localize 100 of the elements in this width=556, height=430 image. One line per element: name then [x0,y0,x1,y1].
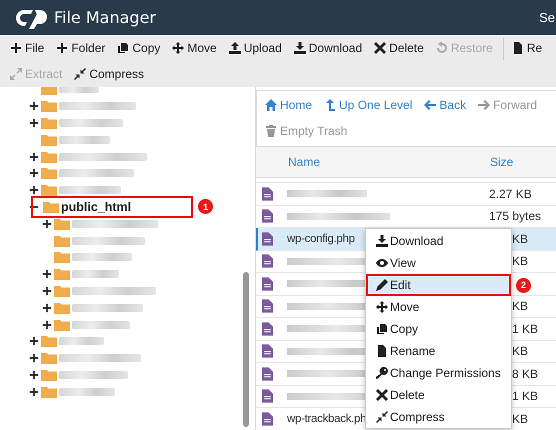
toolbar-button[interactable]: Download [292,35,368,61]
expand-icon[interactable] [29,101,39,112]
file-name: wp-config.php [287,232,355,245]
up-arrow-icon [324,99,336,111]
menu-item[interactable]: Move [366,296,511,318]
right-arrow-icon [478,99,490,111]
download-icon [294,42,306,54]
column-header[interactable]: Name [288,155,490,169]
restore-icon [436,42,448,54]
toolbar-button[interactable]: Copy [115,35,166,61]
expand-icon[interactable] [29,168,39,178]
expand-icon[interactable] [42,320,52,330]
folder-icon [41,167,57,180]
toolbar-button[interactable]: Delete [372,35,430,61]
folder-icon [41,335,57,348]
toolbar-button[interactable]: Move [170,35,223,61]
folder-icon [43,200,59,213]
folder-icon [41,368,57,381]
menu-item[interactable]: Delete [366,384,511,406]
document-icon [262,322,273,336]
close-icon [376,389,388,401]
download-icon [376,235,388,247]
app-title: File Manager [54,8,157,27]
file-size: KB [512,254,530,268]
folder-icon [54,318,70,331]
expand-icon[interactable] [29,386,39,397]
file-size: 2.27 KB [489,186,533,201]
expand-icon[interactable] [42,286,52,296]
folder-icon [54,284,70,297]
upload-icon [228,42,241,54]
folder-icon [41,134,57,146]
toolbar-button[interactable]: Folder [54,35,112,61]
menu-item[interactable]: Download [366,230,511,252]
folder-icon [41,100,57,112]
menu-item[interactable]: Change Permissions [366,362,511,384]
menu-item[interactable]: Compress [366,406,511,428]
expand-icon[interactable] [42,269,52,280]
eye-icon [376,257,388,269]
folder-icon [41,116,57,129]
step-badge: 2 [516,278,531,292]
file-size: KB [512,299,530,314]
expand-icon[interactable] [29,370,39,380]
search-link[interactable]: Se [539,10,555,25]
file-size: 1 KB [512,322,540,336]
expand-icon[interactable] [42,302,52,313]
copy-icon [376,323,388,335]
document-icon [262,366,273,381]
menu-item[interactable]: Copy [366,318,511,340]
document-icon [262,232,273,246]
folder-icon [54,234,70,247]
expand-icon[interactable] [29,118,39,128]
folder-icon [41,184,57,196]
file-row[interactable]: 2.27 KB [256,183,556,206]
expand-icon[interactable] [29,336,39,346]
key-icon [376,367,388,379]
document-icon [262,412,273,426]
expand-icon[interactable] [29,185,39,196]
menu-item[interactable]: View [366,252,511,274]
expand-icon[interactable] [29,353,39,364]
toolbar-button[interactable]: File [8,35,50,61]
nav-button[interactable]: Up One Level [324,91,412,117]
toolbar-button[interactable]: Upload [226,35,288,61]
document-icon [262,344,273,358]
menu-item[interactable]: Rename [366,340,511,362]
document-icon [262,276,273,291]
file-size: KB [512,232,529,246]
copy-icon [117,42,130,54]
column-header[interactable]: Size [490,155,514,169]
compress-icon [74,68,86,80]
left-arrow-icon [424,99,436,111]
close-icon [374,42,386,54]
file-size: KB [512,344,530,358]
home-icon [265,99,277,111]
document-icon [262,186,273,201]
scrollbar-thumb[interactable] [243,272,249,427]
trash-icon [265,125,277,137]
plus-icon [10,42,22,54]
file-size: 175 bytes [489,209,542,224]
folder-icon [41,386,57,398]
toolbar-button[interactable]: Compress [72,61,150,87]
file-name: wp-trackback.ph [287,412,366,425]
expand-icon[interactable] [29,152,39,162]
expand-icon [10,68,22,80]
expand-icon[interactable] [42,218,52,229]
folder-icon [41,150,57,163]
folder-name[interactable]: public_html [61,200,132,214]
move-icon [172,42,184,54]
compress-icon [376,411,388,423]
nav-button[interactable]: Back [424,91,466,117]
step-badge: 1 [198,199,214,214]
folder-icon [41,352,57,364]
nav-button[interactable]: Home [265,91,312,117]
folder-icon [54,302,70,314]
document-icon [262,299,273,314]
file-icon [376,345,388,357]
file-size: 8 KB [512,366,540,381]
folder-icon [54,218,70,230]
document-icon [262,389,273,404]
document-icon [262,254,273,268]
toolbar-button[interactable]: Re [510,35,548,61]
